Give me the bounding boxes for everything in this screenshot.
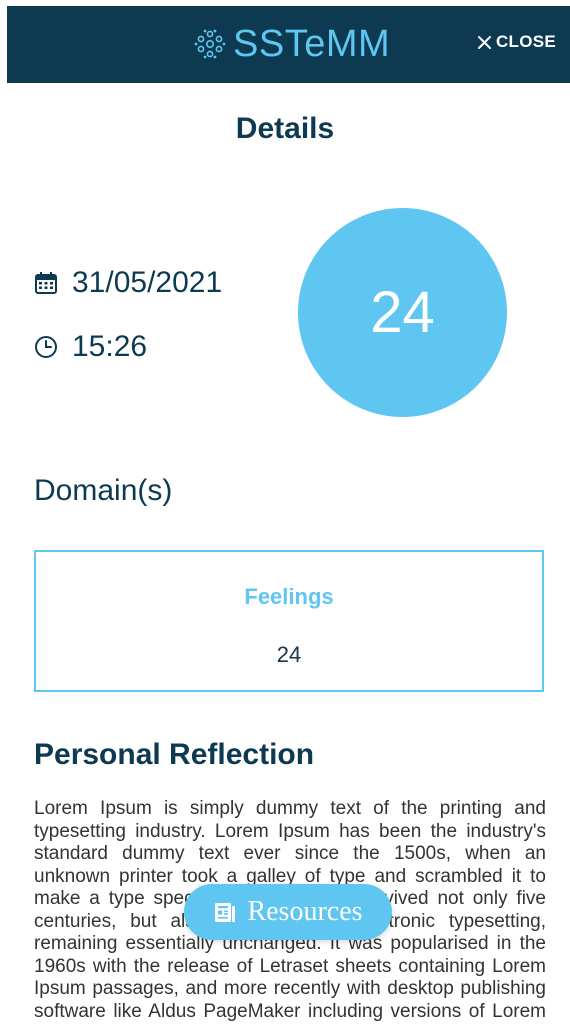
brand-name: SSTeMM (233, 23, 391, 65)
calendar-icon (35, 272, 57, 294)
entry-date: 31/05/2021 (34, 266, 222, 300)
domain-score: 24 (276, 642, 302, 667)
page-title: Details (235, 112, 335, 145)
app-root: SSTeMM CLOSE Details 31/05/2021 15:26 24… (0, 0, 570, 1024)
reflection-heading: Personal Reflection (34, 738, 315, 771)
document-icon (215, 903, 236, 922)
domain-card: Feelings 24 (34, 550, 544, 692)
time-value: 15:26 (72, 330, 148, 363)
date-value: 31/05/2021 (72, 266, 223, 299)
total-score-badge: 24 (298, 208, 507, 417)
molecule-logo-icon (194, 29, 226, 59)
resources-label: Resources (247, 896, 363, 927)
close-button[interactable]: CLOSE (477, 32, 556, 52)
domains-heading: Domain(s) (34, 474, 173, 507)
entry-time: 15:26 (34, 330, 147, 364)
clock-icon (35, 336, 57, 358)
close-label: CLOSE (495, 32, 556, 51)
top-header: SSTeMM CLOSE (7, 6, 570, 83)
close-icon (477, 35, 491, 49)
domain-name: Feelings (244, 584, 334, 609)
resources-button[interactable]: Resources (184, 884, 392, 940)
brand: SSTeMM (193, 22, 390, 66)
